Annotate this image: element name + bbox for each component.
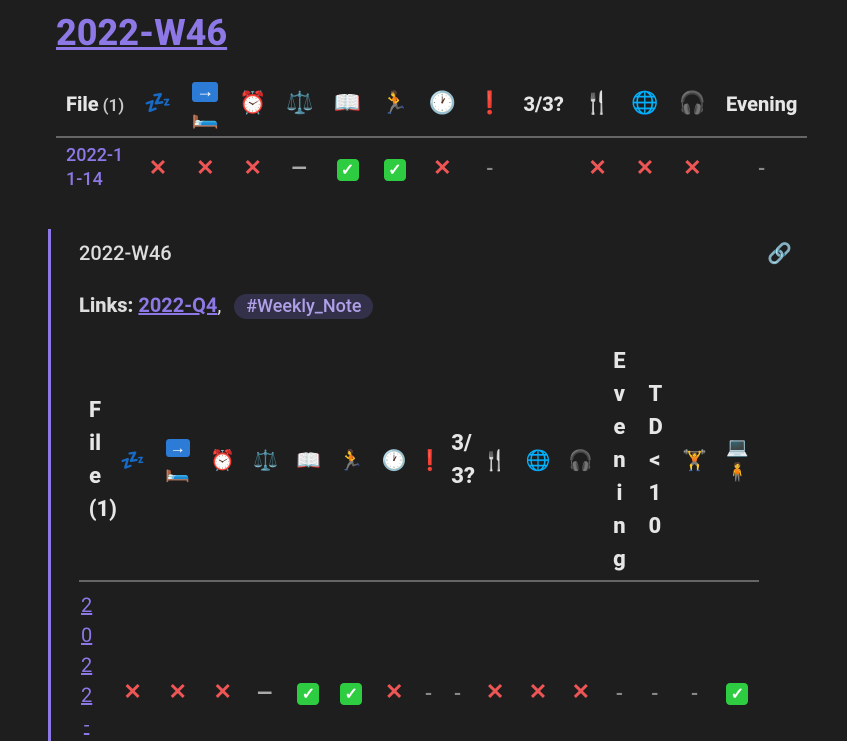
- col-food: 🍴: [474, 341, 517, 581]
- col-sleep: 💤: [111, 341, 154, 581]
- col-urgent: ❗: [416, 341, 442, 581]
- embedded-note: 2022-W46 🔗 Links: 2022-Q4, #Weekly_Note …: [48, 229, 828, 741]
- file-link[interactable]: 2022-11: [81, 590, 109, 741]
- cell: ✓: [371, 137, 418, 199]
- cell: -: [673, 581, 716, 741]
- col-weights: 🏋️: [673, 341, 716, 581]
- cell: ✕: [201, 581, 244, 741]
- col-balance: ⚖️: [276, 72, 323, 137]
- col-clock: 🕐: [373, 341, 416, 581]
- col-read: 📖: [324, 72, 371, 137]
- col-alarm: ⏰: [229, 72, 276, 137]
- cell: ✕: [517, 581, 560, 741]
- quarter-link[interactable]: 2022-Q4: [138, 293, 217, 317]
- embed-title: 2022-W46: [79, 241, 172, 265]
- col-sleep: 💤: [134, 72, 181, 137]
- col-run: 🏃: [330, 341, 373, 581]
- cell: -: [416, 581, 442, 741]
- col-sleep-to-bed: →🛏️: [154, 341, 201, 581]
- embed-links-line: Links: 2022-Q4, #Weekly_Note: [79, 293, 828, 319]
- col-food: 🍴: [574, 72, 621, 137]
- cell: ✓: [716, 581, 759, 741]
- col-alarm: ⏰: [201, 341, 244, 581]
- habits-table-inner: File(1) 💤 →🛏️ ⏰ ⚖️ 📖 🏃 🕐 ❗ 3/3? 🍴 🌐 🎧: [79, 341, 759, 741]
- col-file: File(1): [56, 72, 134, 137]
- cell: —: [276, 137, 323, 199]
- cell: -: [466, 137, 513, 199]
- table-row: 2022-11-14 ✕ ✕ ✕ — ✓ ✓ ✕ - ✕ ✕ ✕ -: [56, 137, 807, 199]
- cell: ✕: [574, 137, 621, 199]
- col-evening: Evening: [716, 72, 807, 137]
- col-td-lt-10: TD<10: [637, 341, 673, 581]
- file-link[interactable]: 2022-11-14: [66, 169, 124, 190]
- cell: ✕: [154, 581, 201, 741]
- cell: -: [716, 137, 807, 199]
- cell: ✕: [134, 137, 181, 199]
- col-globe: 🌐: [517, 341, 560, 581]
- cell: ✓: [324, 137, 371, 199]
- cell: ✕: [621, 137, 668, 199]
- cell: -: [441, 581, 473, 741]
- cell: ✕: [559, 581, 602, 741]
- cell: ✕: [373, 581, 416, 741]
- habits-table-outer: File(1) 💤 →🛏️ ⏰ ⚖️ 📖 🏃 🕐 ❗ 3/3? 🍴 🌐 🎧 Ev…: [56, 72, 807, 199]
- col-read: 📖: [287, 341, 330, 581]
- table-row: 2022-11 ✕ ✕ ✕ — ✓ ✓ ✕ - - ✕ ✕ ✕ - - -: [79, 581, 759, 741]
- cell: ✕: [419, 137, 466, 199]
- col-three-of-three: 3/3?: [441, 341, 473, 581]
- cell: ✕: [111, 581, 154, 741]
- col-sleep-to-bed: →🛏️: [182, 72, 229, 137]
- col-clock: 🕐: [419, 72, 466, 137]
- cell: ✕: [182, 137, 229, 199]
- page-title-link[interactable]: 2022-W46: [56, 12, 227, 54]
- cell: [513, 137, 573, 199]
- col-urgent: ❗: [466, 72, 513, 137]
- col-laptop: 💻🧍: [716, 341, 759, 581]
- cell: —: [244, 581, 287, 741]
- weekly-note-tag[interactable]: #Weekly_Note: [234, 294, 373, 319]
- col-headphones: 🎧: [559, 341, 602, 581]
- col-headphones: 🎧: [669, 72, 716, 137]
- col-globe: 🌐: [621, 72, 668, 137]
- col-evening: Evening: [602, 341, 636, 581]
- cell: -: [602, 581, 636, 741]
- cell: ✕: [669, 137, 716, 199]
- col-run: 🏃: [371, 72, 418, 137]
- cell: ✓: [330, 581, 373, 741]
- cell: ✓: [287, 581, 330, 741]
- col-file: File(1): [79, 341, 111, 581]
- col-three-of-three: 3/3?: [513, 72, 573, 137]
- col-balance: ⚖️: [244, 341, 287, 581]
- cell: -: [637, 581, 673, 741]
- page-title: 2022-W46: [56, 12, 847, 54]
- link-icon[interactable]: 🔗: [767, 241, 792, 265]
- cell: ✕: [229, 137, 276, 199]
- cell: ✕: [474, 581, 517, 741]
